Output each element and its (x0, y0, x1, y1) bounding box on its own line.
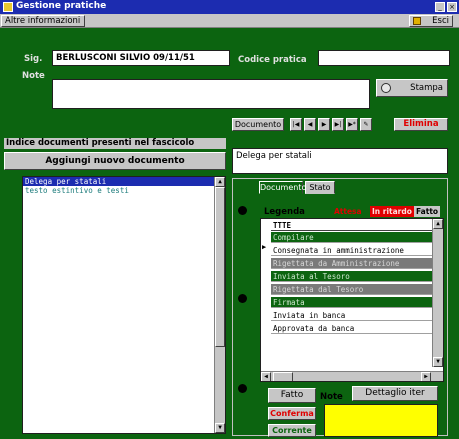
stato-list-hscrollbar[interactable]: ◀ ▶ (261, 371, 443, 381)
note-stato-field[interactable] (324, 404, 438, 437)
next-record-icon[interactable]: ▶ (318, 118, 330, 131)
scroll-thumb[interactable] (215, 187, 225, 347)
exit-icon (413, 17, 421, 25)
stato-row[interactable]: Rigettata da Amministrazione (271, 258, 433, 269)
first-record-icon[interactable]: |◀ (290, 118, 302, 131)
corrente-button[interactable]: Corrente (268, 424, 316, 437)
codice-pratica-label: Codice pratica (238, 55, 307, 65)
tab-documento[interactable]: Documento (259, 181, 306, 194)
edit-record-icon[interactable]: ✎ (360, 118, 372, 131)
scroll-right-icon[interactable]: ▶ (421, 372, 431, 381)
close-button[interactable]: × (447, 2, 457, 12)
document-title-field[interactable]: Delega per statali (232, 148, 448, 174)
dettaglio-iter-button[interactable]: Dettaglio iter (352, 386, 438, 401)
note-field[interactable] (52, 79, 370, 109)
stato-row[interactable]: Compilare (271, 232, 433, 243)
document-list: Delega per statali testo estintivo e tes… (22, 176, 226, 434)
last-record-icon[interactable]: ▶| (332, 118, 344, 131)
stato-list: TTTE Compilare Consegnata in amministrazi… (260, 218, 444, 382)
app-icon (3, 2, 13, 12)
altre-informazioni-button[interactable]: Altre informazioni (1, 15, 85, 27)
elimina-button[interactable]: Elimina (394, 118, 448, 131)
previous-record-icon[interactable]: ◀ (304, 118, 316, 131)
sig-field[interactable]: BERLUSCONI SILVIO 09/11/51 (52, 50, 230, 66)
stato-list-header: TTTE (271, 220, 433, 231)
scroll-left-icon[interactable]: ◀ (261, 372, 271, 381)
stato-row[interactable]: Firmata (271, 297, 433, 308)
title-bar: Gestione pratiche _ × (0, 0, 459, 14)
document-list-scrollbar[interactable]: ▲ ▼ (214, 177, 225, 433)
row-marker-icon: ▶ (262, 243, 267, 251)
list-item[interactable]: testo estintivo e testi (23, 186, 225, 195)
aggiungi-documento-button[interactable]: Aggiungi nuovo documento (4, 152, 226, 170)
fatto-button[interactable]: Fatto (268, 388, 316, 403)
legenda-ritardo-badge: In ritardo (370, 206, 414, 217)
legenda-attesa-badge: Attesa (332, 206, 364, 217)
stato-row[interactable]: Inviata in banca (271, 310, 433, 321)
stato-row[interactable]: Inviata al Tesoro (271, 271, 433, 282)
scroll-up-icon[interactable]: ▲ (215, 177, 225, 187)
legenda-fatto-badge: Fatto (414, 206, 441, 217)
stampa-label: Stampa (410, 83, 443, 93)
stampa-button[interactable]: Stampa (376, 79, 448, 97)
codice-pratica-field[interactable] (318, 50, 450, 66)
stato-row[interactable]: Rigettata dal Tesoro (271, 284, 433, 295)
sig-label: Sig. (24, 54, 43, 64)
scroll-down-icon[interactable]: ▼ (215, 423, 225, 433)
documento-button[interactable]: Documento (232, 118, 284, 131)
new-record-icon[interactable]: ▶* (346, 118, 358, 131)
conferma-button[interactable]: Conferma (268, 407, 316, 420)
tab-stato[interactable]: Stato (305, 181, 335, 194)
scroll-down-icon[interactable]: ▼ (433, 357, 443, 367)
record-navigation: |◀ ◀ ▶ ▶| ▶* ✎ (290, 118, 392, 131)
legenda: Legenda Attesa In ritardo Fatto (262, 206, 444, 218)
note-label-stato: Note (320, 392, 343, 402)
stato-row[interactable]: Approvata da banca (271, 323, 433, 334)
menu-bar: Altre informazioni Esci (0, 14, 459, 28)
note-label: Note (22, 71, 45, 81)
list-item[interactable]: Delega per statali (23, 177, 225, 186)
stato-list-vscrollbar[interactable]: ▲ ▼ (432, 219, 443, 367)
scroll-thumb[interactable] (273, 372, 293, 381)
indice-documenti-label: Indice documenti presenti nel fascicolo (4, 138, 226, 149)
bullet-icon (238, 294, 247, 303)
window-title: Gestione pratiche (16, 1, 107, 11)
esci-button[interactable]: Esci (409, 15, 453, 27)
scroll-up-icon[interactable]: ▲ (433, 219, 443, 229)
esci-label: Esci (432, 16, 449, 26)
bullet-icon (238, 384, 247, 393)
legenda-label: Legenda (264, 207, 305, 217)
stato-row[interactable]: Consegnata in amministrazione (271, 245, 433, 256)
minimize-button[interactable]: _ (435, 2, 445, 12)
print-icon (381, 83, 391, 93)
bullet-icon (238, 206, 247, 215)
